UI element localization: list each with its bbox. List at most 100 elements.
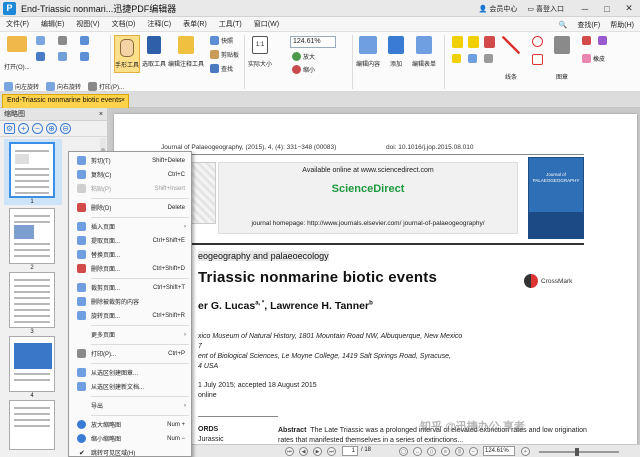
menu-replace-pages[interactable]: 替换页面... xyxy=(69,248,191,261)
close-tab-icon[interactable]: × xyxy=(121,95,125,107)
login-link[interactable]: ▭ 喜登入口 xyxy=(527,4,564,14)
menu-delete-pages[interactable]: 删除页面... Ctrl+Shift+D xyxy=(69,262,191,275)
menu-insert-pages[interactable]: 插入页面 › xyxy=(69,220,191,233)
note-button[interactable] xyxy=(452,54,463,63)
select-tool-button[interactable]: 选取工具 xyxy=(142,36,166,68)
new-button[interactable] xyxy=(36,36,47,45)
zoom-out-nav-button[interactable]: − xyxy=(469,447,478,456)
delete-page-icon[interactable]: ⊖ xyxy=(60,123,71,134)
strikeout-text-button[interactable] xyxy=(484,36,497,48)
actual-size-button[interactable]: 1:1 实际大小 xyxy=(248,36,272,68)
menu-window[interactable]: 窗口(W) xyxy=(248,19,285,29)
edit-content-button[interactable]: 编辑内容 xyxy=(356,36,380,68)
menu-print[interactable]: 打印(P)... Ctrl+P xyxy=(69,347,191,360)
stamp-button[interactable]: 图章 xyxy=(554,36,570,81)
edit-form-button[interactable]: 编辑表单 xyxy=(412,36,436,68)
menu-export[interactable]: 导出 › xyxy=(69,399,191,412)
menu-file[interactable]: 文件(F) xyxy=(0,19,35,29)
first-page-button[interactable]: ⏮ xyxy=(285,447,294,456)
menu-copy[interactable]: 复制(C) Ctrl+C xyxy=(69,168,191,181)
zoom-slider[interactable] xyxy=(539,448,619,456)
last-page-button[interactable]: ⏭ xyxy=(327,447,336,456)
menu-more-pages[interactable]: 更多页面 › xyxy=(69,328,191,341)
email-button[interactable] xyxy=(58,52,69,61)
attach-button[interactable] xyxy=(484,54,495,63)
print-small-button[interactable] xyxy=(58,36,69,45)
document-tab[interactable]: End-Triassic nonmarine biotic events × xyxy=(2,94,129,108)
close-panel-icon[interactable]: × xyxy=(99,108,103,121)
menu-delete[interactable]: 删除(D) Delete xyxy=(69,201,191,214)
menu-document[interactable]: 文档(D) xyxy=(106,19,142,29)
next-page-button[interactable]: ▶ xyxy=(313,447,322,456)
menu-paste[interactable]: 粘贴(P) Shift+Insert xyxy=(69,182,191,195)
facing-button[interactable]: ⫼ xyxy=(455,447,464,456)
rotate-left-button[interactable]: 向左旋转 xyxy=(4,82,39,91)
zoom-in-thumb-icon[interactable]: + xyxy=(18,123,29,134)
page-thumbnail-2[interactable] xyxy=(9,208,55,264)
open-button[interactable]: 打开(O)... xyxy=(4,36,30,71)
member-center-link[interactable]: 👤 会员中心 xyxy=(479,4,518,14)
zoom-slider-handle[interactable] xyxy=(575,448,579,456)
menu-crop-pages[interactable]: 裁剪页面... Ctrl+Shift+T xyxy=(69,281,191,294)
edit-annotation-button[interactable]: 编辑注释工具 xyxy=(168,36,204,68)
clipboard-button[interactable]: 剪贴板 xyxy=(210,50,239,59)
pdf-page[interactable]: Journal of Palaeogeography, (2015), 4, (… xyxy=(114,114,637,444)
ribbon-more-button[interactable] xyxy=(598,36,609,45)
redo-button[interactable] xyxy=(80,52,91,61)
undo-button[interactable] xyxy=(80,36,91,45)
typewriter-button[interactable] xyxy=(468,54,479,63)
crossmark-badge[interactable]: CrossMark xyxy=(524,274,572,288)
find-button[interactable]: 查找 xyxy=(210,64,233,73)
menu-edit[interactable]: 编辑(E) xyxy=(35,19,70,29)
page-thumbnail-3[interactable] xyxy=(9,272,55,328)
close-button[interactable]: ✕ xyxy=(618,0,640,17)
maximize-button[interactable]: □ xyxy=(596,0,618,17)
polygon-button[interactable] xyxy=(532,54,545,65)
insert-page-icon[interactable]: ⊕ xyxy=(46,123,57,134)
menu-shrink-thumbnails[interactable]: 缩小缩略图 Num − xyxy=(69,432,191,445)
page-thumbnail-1[interactable] xyxy=(9,142,55,198)
hand-tool-button[interactable]: 手形工具 xyxy=(114,35,140,73)
menu-enlarge-thumbnails[interactable]: 放大缩略图 Num + xyxy=(69,418,191,431)
add-button[interactable]: 添加 xyxy=(388,36,404,68)
eraser-tool-button[interactable]: 橡皮 xyxy=(582,54,605,63)
underline-text-button[interactable] xyxy=(468,36,481,48)
zoom-in-nav-button[interactable]: + xyxy=(521,447,530,456)
zoom-in-button[interactable]: 放大 xyxy=(292,52,315,61)
fit-width-button[interactable]: ↔ xyxy=(413,447,422,456)
snapshot-button[interactable]: 快照 xyxy=(210,36,233,45)
zoom-out-thumb-icon[interactable]: − xyxy=(32,123,43,134)
menu-tools[interactable]: 工具(T) xyxy=(213,19,248,29)
zoom-out-button[interactable]: 缩小 xyxy=(292,65,315,74)
continuous-button[interactable]: ≡ xyxy=(441,447,450,456)
find-menu[interactable]: 🔍 查找(F) xyxy=(549,20,601,30)
shape-button[interactable] xyxy=(532,36,545,47)
print-button[interactable]: 打印(P)... xyxy=(88,82,124,91)
menu-rotate-pages[interactable]: 旋转页面... Ctrl+Shift+R xyxy=(69,309,191,322)
lines-button[interactable]: 线条 xyxy=(502,36,520,81)
page-thumbnail-5[interactable] xyxy=(9,400,55,450)
help-menu[interactable]: 帮助(H) xyxy=(610,20,634,30)
page-thumbnail-4[interactable] xyxy=(9,336,55,392)
rotate-right-button[interactable]: 向右旋转 xyxy=(46,82,81,91)
highlight-text-button[interactable] xyxy=(452,36,465,48)
menu-create-stamp[interactable]: 从选区创建图章... xyxy=(69,366,191,379)
current-page-input[interactable]: 1 xyxy=(342,446,358,456)
minimize-button[interactable]: ─ xyxy=(574,0,596,17)
eraser-button[interactable] xyxy=(582,36,593,45)
menu-form[interactable]: 表单(R) xyxy=(177,19,213,29)
menu-jump-visible-area[interactable]: ✔ 跳转可见区域(H) xyxy=(69,446,191,457)
menu-extract-pages[interactable]: 提取页面... Ctrl+Shift+E xyxy=(69,234,191,247)
menu-create-document[interactable]: 从选区创建新文档... xyxy=(69,380,191,393)
menu-comment[interactable]: 注释(C) xyxy=(141,19,177,29)
zoom-level-input[interactable]: 124.61% xyxy=(483,446,515,456)
menu-view[interactable]: 视图(V) xyxy=(70,19,105,29)
menu-cut[interactable]: 剪切(T) Shift+Delete xyxy=(69,154,191,167)
save-button[interactable] xyxy=(36,52,47,61)
options-icon[interactable]: ⚙ xyxy=(4,123,15,134)
menu-delete-cropped[interactable]: 删除被裁剪的内容 xyxy=(69,295,191,308)
fit-page-button[interactable]: ▢ xyxy=(399,447,408,456)
single-page-button[interactable]: ▯ xyxy=(427,447,436,456)
prev-page-button[interactable]: ◀ xyxy=(299,447,308,456)
zoom-input[interactable]: 124.61% xyxy=(290,36,336,48)
